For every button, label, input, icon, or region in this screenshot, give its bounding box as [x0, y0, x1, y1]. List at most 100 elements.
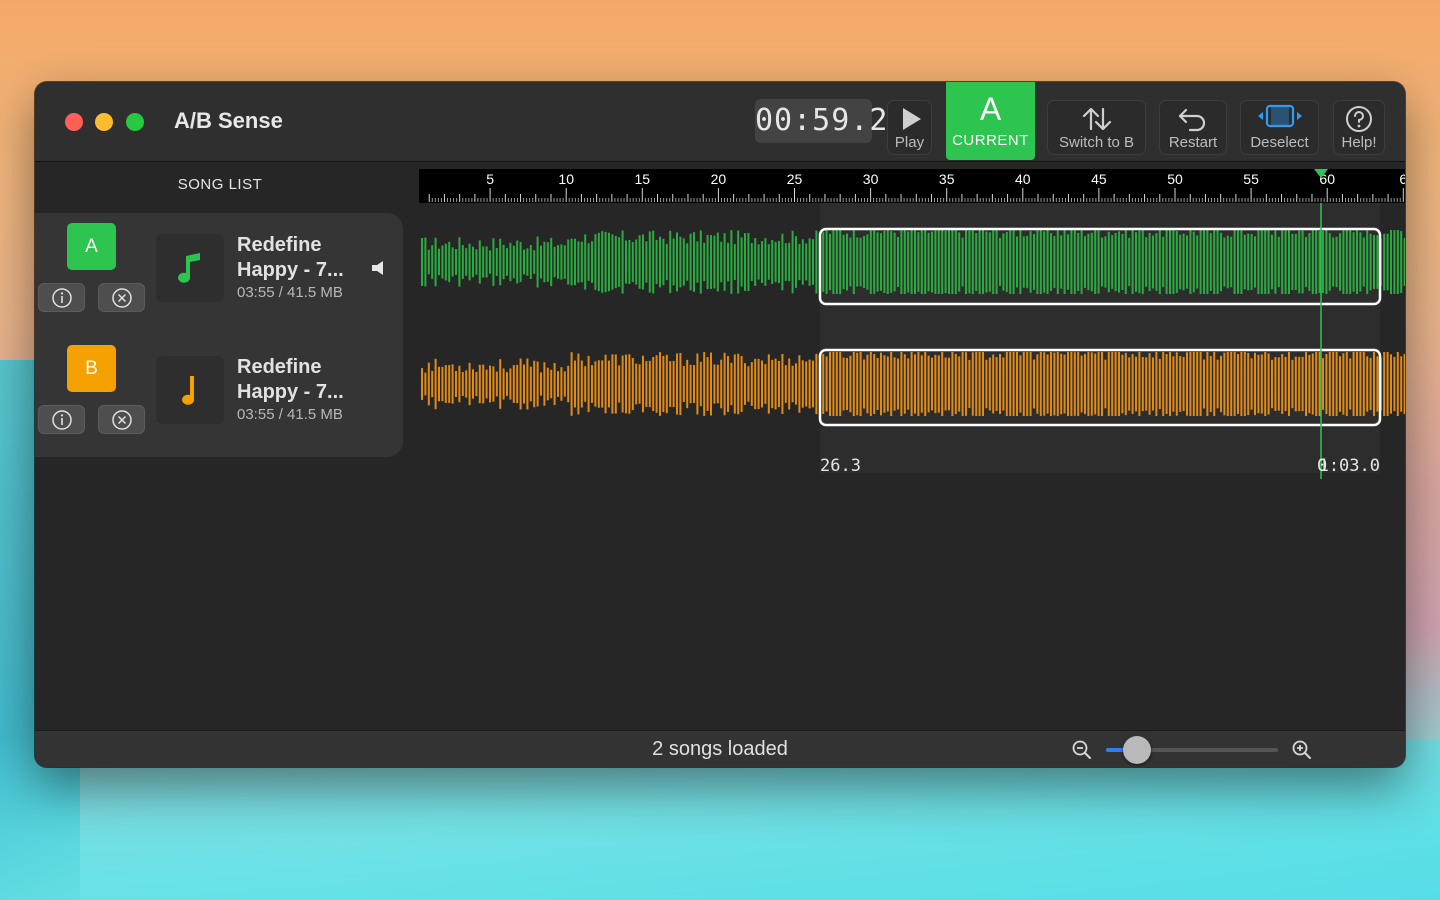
song-badge[interactable]: A	[67, 223, 116, 270]
waveform-bar-a	[1294, 233, 1297, 291]
waveform-bar-b	[975, 352, 978, 416]
waveform-bar-a	[876, 232, 879, 292]
window-zoom-button[interactable]	[126, 113, 144, 131]
waveform-bar-b	[1084, 353, 1086, 415]
waveform-bar-a	[907, 231, 910, 293]
waveform-bar-b	[1060, 353, 1063, 415]
waveform-bar-b	[727, 356, 729, 412]
song-remove-button[interactable]	[98, 405, 145, 434]
restart-button[interactable]: Restart	[1159, 100, 1227, 155]
waveform-bar-a	[618, 237, 621, 287]
waveform-bar-b	[587, 355, 590, 413]
waveform-bar-b	[1332, 352, 1335, 416]
waveform-bar-b	[829, 352, 831, 416]
waveform-bar-a	[1383, 233, 1386, 291]
waveform-bar-b	[696, 353, 699, 415]
waveform-bar-b	[1271, 359, 1273, 409]
waveform-bar-b	[778, 360, 780, 408]
waveform-bar-a	[591, 241, 593, 283]
song-badge[interactable]: B	[67, 345, 116, 392]
waveform-bar-b	[988, 357, 991, 411]
waveform-bar-b	[815, 353, 818, 415]
waveform-bar-b	[839, 352, 842, 416]
play-label: Play	[894, 134, 925, 151]
help-button[interactable]: Help!	[1333, 100, 1385, 155]
play-button[interactable]: Play	[887, 100, 932, 155]
waveform-bar-b	[1366, 356, 1369, 412]
waveform-bar-b	[771, 359, 774, 409]
waveform-bar-b	[625, 354, 627, 414]
zoom-out-icon[interactable]	[1071, 739, 1093, 766]
waveform-bar-b	[546, 367, 549, 401]
zoom-slider-knob[interactable]	[1122, 736, 1151, 764]
current-song-indicator[interactable]: A CURRENT	[946, 82, 1035, 160]
waveform-bar-b	[907, 358, 910, 410]
zoom-slider[interactable]	[1106, 736, 1278, 764]
waveform-bar-a	[424, 237, 427, 287]
waveform-bar-a	[689, 233, 692, 291]
waveform-bar-b	[1294, 356, 1297, 412]
waveform-bar-b	[1400, 356, 1403, 412]
waveform-bar-a	[1005, 231, 1008, 293]
waveform-bar-b	[869, 352, 872, 416]
song-remove-button[interactable]	[98, 283, 145, 312]
switch-button[interactable]: Switch to B	[1047, 100, 1146, 155]
list-item[interactable]: B Redefine Happy - 7... 03:55 / 41.5 MB	[35, 335, 403, 457]
waveform-bar-b	[1291, 359, 1294, 409]
swap-arrows-icon	[1048, 104, 1145, 134]
waveform-bar-b	[1131, 354, 1134, 414]
waveform-bar-b	[1203, 359, 1205, 409]
waveform-bar-a	[978, 230, 981, 294]
waveform-bar-a	[1396, 230, 1399, 294]
list-item[interactable]: A Redefine Happy - 7... 03:55 / 41.5 MB	[35, 213, 403, 335]
waveform-bar-b	[699, 361, 702, 407]
window-close-button[interactable]	[65, 113, 83, 131]
waveform-bar-a	[1366, 230, 1369, 294]
waveform-area[interactable]: 26.3 0 1:03.0	[419, 169, 1405, 483]
waveform-bar-b	[1029, 352, 1032, 416]
waveform-bar-b	[863, 359, 865, 409]
waveform-bar-b	[825, 356, 828, 412]
waveform-bar-a	[492, 238, 495, 286]
waveform-bar-b	[1022, 352, 1025, 416]
waveform-bar-b	[472, 369, 474, 399]
waveform-bar-b	[968, 359, 971, 409]
waveform-bar-a	[495, 248, 498, 276]
waveform-bar-b	[1342, 353, 1345, 415]
waveform-bar-a	[1264, 230, 1267, 294]
waveform-bar-a	[557, 245, 559, 279]
speaker-icon	[371, 260, 387, 281]
waveform-bar-a	[805, 243, 808, 281]
waveform-bar-a	[563, 245, 566, 279]
waveform-bar-b	[788, 358, 791, 410]
waveform-bar-a	[1247, 233, 1250, 291]
waveform-bar-b	[985, 359, 988, 409]
waveform-bar-b	[655, 355, 658, 413]
waveform-bar-b	[880, 352, 882, 416]
window-minimize-button[interactable]	[95, 113, 113, 131]
waveform-bar-a	[1046, 230, 1049, 294]
waveform-bar-a	[761, 241, 763, 283]
waveform-bar-b	[1396, 352, 1399, 416]
song-info-button[interactable]	[38, 283, 85, 312]
waveform-bar-a	[1339, 233, 1341, 291]
waveform-bar-a	[1175, 230, 1178, 294]
waveform-bar-a	[886, 230, 889, 294]
waveform-bar-b	[1216, 359, 1219, 409]
waveform-bar-a	[543, 241, 546, 283]
waveform-bar-b	[567, 365, 570, 403]
zoom-in-icon[interactable]	[1291, 739, 1313, 766]
waveform-bar-b	[652, 357, 655, 411]
help-icon	[1334, 104, 1384, 134]
waveform-bar-b	[648, 360, 651, 408]
ruler-tick-label: 25	[787, 171, 803, 187]
deselect-button[interactable]: Deselect	[1240, 100, 1319, 155]
waveform-bar-a	[1182, 233, 1185, 291]
waveform-bar-b	[805, 361, 808, 407]
song-info-button[interactable]	[38, 405, 85, 434]
timeline-ruler[interactable]: 5 10 15 20 25 30 35 40 45 50 55 60 6	[419, 169, 1405, 203]
waveform-tracks[interactable]: 26.3 01:03.0	[419, 169, 1405, 483]
waveform-bar-b	[1345, 352, 1348, 416]
waveform-bar-a	[1281, 230, 1284, 294]
waveform-bar-b	[1305, 352, 1307, 416]
